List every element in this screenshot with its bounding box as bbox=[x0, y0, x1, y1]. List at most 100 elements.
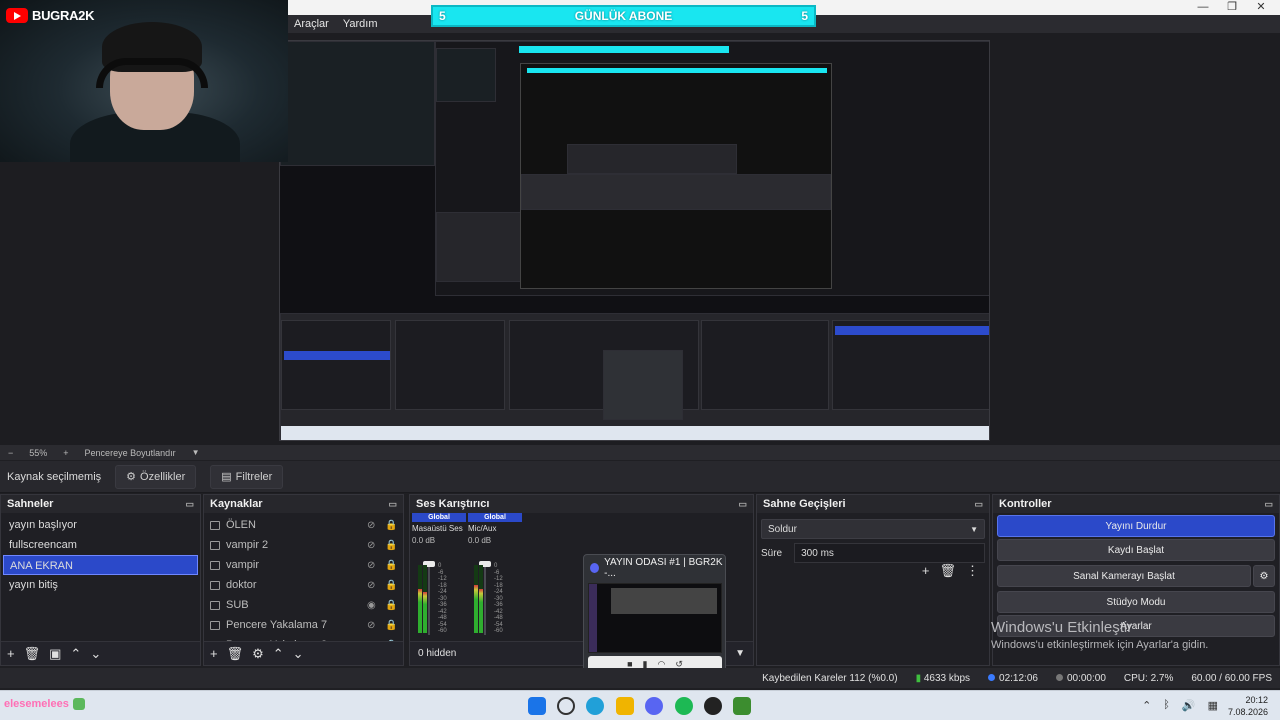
source-item[interactable]: doktor ⊘ 🔒 bbox=[204, 575, 403, 595]
chevron-down-icon[interactable]: ▼ bbox=[735, 648, 753, 659]
minimize-button[interactable]: — bbox=[1190, 0, 1216, 15]
user-name: elesemelees bbox=[4, 698, 69, 710]
spotify-icon[interactable] bbox=[675, 697, 693, 715]
eye-off-icon[interactable]: ⊘ bbox=[367, 580, 381, 591]
gear-icon[interactable]: ⚙ bbox=[1253, 565, 1275, 587]
nested-obs-screen-2 bbox=[520, 63, 832, 289]
filters-button[interactable]: ▤ Filtreler bbox=[210, 464, 284, 489]
chevron-up-icon[interactable]: ⌃ bbox=[1142, 699, 1151, 712]
discord-icon[interactable] bbox=[645, 697, 663, 715]
move-down-icon[interactable]: ⌄ bbox=[293, 646, 304, 662]
undock-icon[interactable]: ▭ bbox=[388, 499, 397, 510]
clock[interactable]: 20:12 7.08.2026 bbox=[1228, 694, 1268, 718]
source-item[interactable]: vampir ⊘ 🔒 bbox=[204, 555, 403, 575]
source-item[interactable]: Pencere Yakalama 7 ⊘ 🔒 bbox=[204, 615, 403, 635]
mixer-title: Ses Karıştırıcı bbox=[416, 498, 490, 510]
minecraft-icon[interactable] bbox=[733, 697, 751, 715]
scene-item[interactable]: yayın bitiş bbox=[3, 575, 198, 595]
stop-stream-button[interactable]: Yayını Durdur bbox=[997, 515, 1275, 537]
properties-button[interactable]: ⚙ Özellikler bbox=[115, 464, 197, 489]
fit-to-window[interactable]: Pencereye Boyutlandır bbox=[85, 448, 176, 458]
lock-icon[interactable]: 🔒 bbox=[385, 600, 397, 611]
lock-icon[interactable]: 🔒 bbox=[385, 540, 397, 551]
lock-icon[interactable]: 🔒 bbox=[385, 520, 397, 531]
source-toolbar: Kaynak seçilmemiş ⚙ Özellikler ▤ Filtrel… bbox=[0, 461, 1280, 493]
delete-icon[interactable]: 🗑 bbox=[939, 563, 956, 579]
discord-icon bbox=[590, 563, 600, 573]
gear-icon[interactable]: ⚙ bbox=[252, 646, 264, 662]
add-source-icon[interactable]: + bbox=[210, 646, 218, 661]
start-recording-button[interactable]: Kaydı Başlat bbox=[997, 539, 1275, 561]
search-icon[interactable] bbox=[557, 697, 575, 715]
move-up-icon[interactable]: ⌃ bbox=[70, 646, 81, 662]
status-bar: Kaybedilen Kareler 112 (%0.0) ▮ 4633 kbp… bbox=[0, 668, 1280, 688]
start-icon[interactable] bbox=[528, 697, 546, 715]
start-virtual-camera-button[interactable]: Sanal Kamerayı Başlat bbox=[997, 565, 1251, 587]
undock-icon[interactable]: ▭ bbox=[1264, 499, 1273, 510]
level-meter bbox=[418, 565, 422, 633]
volume-fader[interactable] bbox=[479, 561, 491, 635]
move-down-icon[interactable]: ⌄ bbox=[90, 646, 101, 662]
file-explorer-icon[interactable] bbox=[616, 697, 634, 715]
scene-item[interactable]: yayın başlıyor bbox=[3, 515, 198, 535]
eye-off-icon[interactable]: ⊘ bbox=[367, 540, 381, 551]
zoom-in-button[interactable]: + bbox=[63, 448, 68, 458]
transition-select[interactable]: Soldur ▼ bbox=[761, 519, 985, 539]
studio-mode-button[interactable]: Stüdyo Modu bbox=[997, 591, 1275, 613]
network-icon[interactable]: ▦ bbox=[1208, 699, 1218, 712]
bluetooth-icon[interactable]: ᛒ bbox=[1163, 699, 1170, 712]
maximize-button[interactable]: ❐ bbox=[1219, 0, 1245, 15]
move-up-icon[interactable]: ⌃ bbox=[273, 646, 284, 662]
filter-icon: ▤ bbox=[221, 471, 232, 483]
source-label: doktor bbox=[226, 579, 257, 591]
db-scale-tick: -12 bbox=[438, 576, 447, 582]
nested-transitions bbox=[701, 320, 829, 410]
eye-off-icon[interactable]: ⊘ bbox=[367, 620, 381, 631]
channel-name[interactable]: Mic/Aux bbox=[468, 524, 522, 533]
source-item[interactable]: SUB ◉ 🔒 bbox=[204, 595, 403, 615]
sub-count-right: 5 bbox=[801, 9, 808, 23]
preview-canvas[interactable] bbox=[279, 40, 990, 441]
more-icon[interactable]: ⋮ bbox=[966, 563, 979, 579]
lock-icon[interactable]: 🔒 bbox=[385, 580, 397, 591]
eye-off-icon[interactable]: ⊘ bbox=[367, 520, 381, 531]
add-transition-icon[interactable]: + bbox=[922, 563, 930, 579]
eye-icon[interactable]: ◉ bbox=[367, 600, 381, 611]
discord-header: YAYIN ODASI #1 | BGR2K -... bbox=[584, 555, 725, 581]
brand-name: BUGRA2K bbox=[32, 8, 95, 23]
lock-icon[interactable]: 🔒 bbox=[385, 620, 397, 631]
undock-icon[interactable]: ▭ bbox=[185, 499, 194, 510]
volume-fader[interactable] bbox=[423, 561, 435, 635]
scene-item[interactable]: ANA EKRAN bbox=[3, 555, 198, 575]
lock-icon[interactable]: 🔒 bbox=[385, 560, 397, 571]
duration-value: 300 ms bbox=[801, 547, 834, 559]
undock-icon[interactable]: ▭ bbox=[738, 499, 747, 510]
transitions-dock: Sahne Geçişleri ▭ Soldur ▼ Süre 300 ms +… bbox=[756, 494, 990, 666]
speaker-icon[interactable]: 🔊 bbox=[1182, 699, 1196, 712]
duration-input[interactable]: 300 ms bbox=[794, 543, 985, 563]
eye-off-icon[interactable]: ⊘ bbox=[367, 560, 381, 571]
nested-obs-docks bbox=[280, 313, 989, 440]
undock-icon[interactable]: ▭ bbox=[974, 499, 983, 510]
menu-help[interactable]: Yardım bbox=[343, 18, 378, 30]
delete-icon[interactable]: 🗑 bbox=[227, 646, 244, 662]
close-button[interactable]: ✕ bbox=[1248, 0, 1274, 15]
source-item[interactable]: ÖLEN ⊘ 🔒 bbox=[204, 515, 403, 535]
channel-db: 0.0 dB bbox=[412, 536, 436, 545]
zoom-out-button[interactable]: − bbox=[8, 448, 13, 458]
db-scale: 0 -6 -12 -18 -24 -30 -36 -42 -48 -54 -60 bbox=[438, 563, 447, 635]
add-scene-icon[interactable]: + bbox=[7, 646, 15, 661]
db-scale-tick: -36 bbox=[494, 602, 503, 608]
obs-icon[interactable] bbox=[704, 697, 722, 715]
scene-item[interactable]: fullscreencam bbox=[3, 535, 198, 555]
source-item[interactable]: vampir 2 ⊘ 🔒 bbox=[204, 535, 403, 555]
edge-icon[interactable] bbox=[586, 697, 604, 715]
delete-icon[interactable]: 🗑 bbox=[24, 646, 41, 662]
chevron-down-icon[interactable]: ▼ bbox=[192, 448, 200, 457]
menu-tools[interactable]: Araçlar bbox=[294, 18, 329, 30]
source-label: vampir 2 bbox=[226, 539, 269, 551]
scenes-header: Sahneler ▭ bbox=[1, 495, 200, 513]
discord-stream-popup[interactable]: YAYIN ODASI #1 | BGR2K -... ■ ▮ ◠ ↺ bbox=[583, 554, 726, 678]
scene-filter-icon[interactable]: ▣ bbox=[49, 646, 61, 662]
channel-name[interactable]: Masaüstü Ses bbox=[412, 524, 466, 533]
